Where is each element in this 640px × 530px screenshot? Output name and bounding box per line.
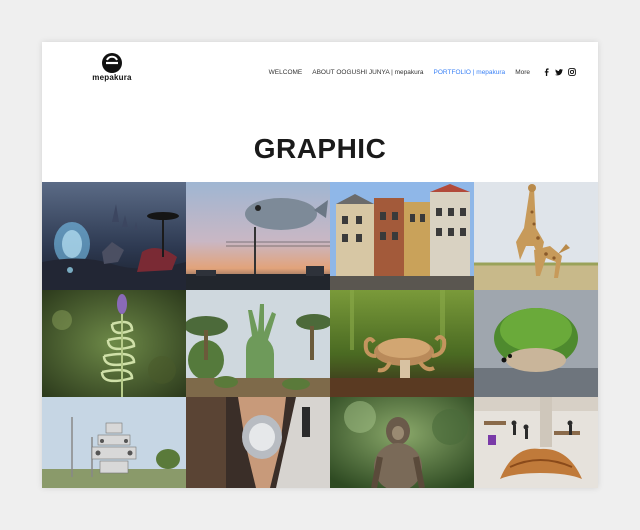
flying-fish-image	[186, 182, 330, 290]
gallery-tile-monkey-forest[interactable]	[330, 397, 474, 488]
gallery-tile-giraffe[interactable]	[474, 182, 598, 290]
nav-item-about[interactable]: ABOUT OOGUSHI JUNYA | mepakura	[312, 69, 423, 76]
cactus-hand-image	[186, 290, 330, 397]
robot-tower-image	[42, 397, 186, 488]
giant-croissant-image	[474, 397, 598, 488]
townhouses-image	[330, 182, 474, 290]
alien-landscape-image	[42, 182, 186, 290]
giraffe-image	[474, 182, 598, 290]
gallery-tile-alien-landscape[interactable]	[42, 182, 186, 290]
lavender-spiral-image	[42, 290, 186, 397]
main-nav: WELCOME ABOUT OOGUSHI JUNYA | mepakura P…	[269, 68, 576, 76]
gallery-grid	[42, 182, 598, 488]
gallery-tile-giant-croissant[interactable]	[474, 397, 598, 488]
page-title: GRAPHIC	[253, 132, 387, 164]
logo-mark-icon	[102, 53, 122, 73]
site-page: mepakura WELCOME ABOUT OOGUSHI JUNYA | m…	[42, 42, 598, 488]
gallery-tile-runway-model[interactable]	[186, 397, 330, 488]
instagram-icon[interactable]	[568, 68, 576, 76]
social-links	[542, 68, 576, 76]
moss-hedgehog-image	[474, 290, 598, 397]
gallery-tile-octopus-mushroom[interactable]	[330, 290, 474, 397]
facebook-icon[interactable]	[542, 68, 550, 76]
brand-name: mepakura	[92, 73, 132, 82]
nav-item-welcome[interactable]: WELCOME	[269, 69, 303, 76]
twitter-icon[interactable]	[555, 68, 563, 76]
nav-item-more[interactable]: More	[515, 69, 530, 76]
octopus-mushroom-image	[330, 290, 474, 397]
monkey-forest-image	[330, 397, 474, 488]
gallery-tile-lavender-spiral[interactable]	[42, 290, 186, 397]
nav-item-portfolio[interactable]: PORTFOLIO | mepakura	[434, 69, 506, 76]
gallery-tile-flying-fish[interactable]	[186, 182, 330, 290]
gallery-tile-moss-hedgehog[interactable]	[474, 290, 598, 397]
gallery-tile-townhouses[interactable]	[330, 182, 474, 290]
gallery-tile-cactus-hand[interactable]	[186, 290, 330, 397]
gallery-tile-robot-tower[interactable]	[42, 397, 186, 488]
runway-model-image	[186, 397, 330, 488]
brand-logo[interactable]: mepakura	[88, 52, 136, 82]
